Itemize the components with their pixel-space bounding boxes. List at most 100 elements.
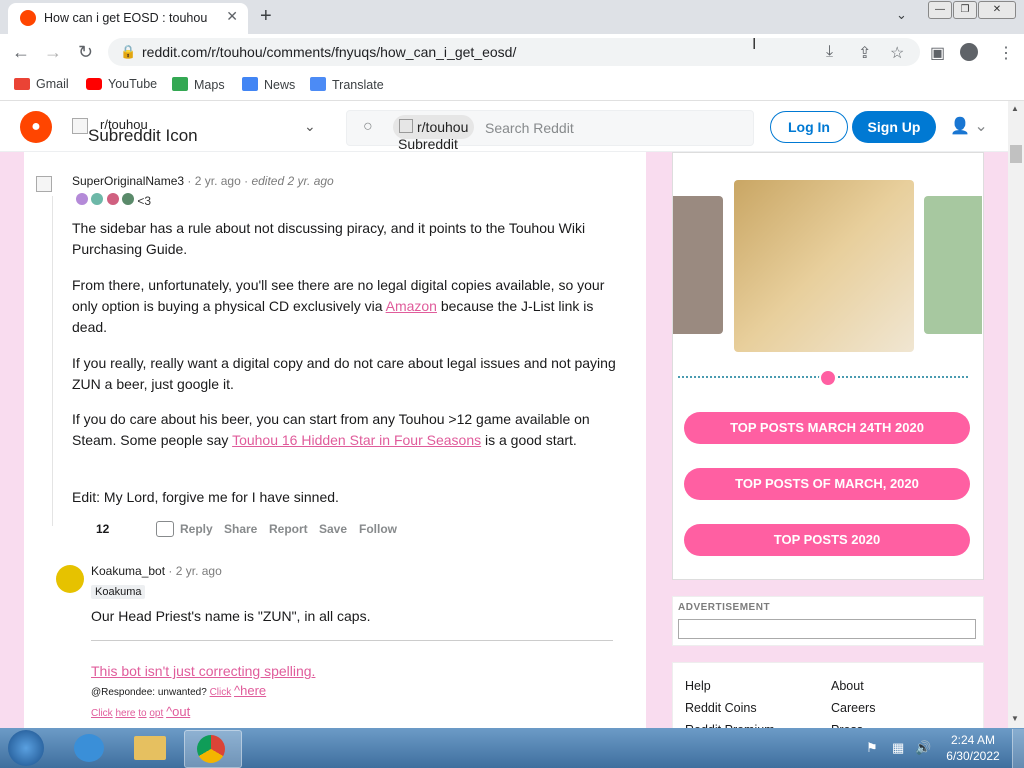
comment-paragraph: If you do care about his beer, you can s… — [72, 411, 590, 448]
here-link[interactable]: ^here — [234, 683, 266, 698]
reply-button[interactable]: Reply — [180, 522, 213, 536]
report-button[interactable]: Report — [269, 522, 308, 536]
comment-paragraph: Our Head Priest's name is "ZUN", in all … — [91, 608, 371, 624]
network-icon[interactable]: ▦ — [892, 740, 904, 756]
minimize-icon[interactable]: — — [928, 1, 952, 19]
maps-icon — [172, 77, 188, 91]
youtube-icon — [86, 78, 102, 90]
translate-icon — [310, 77, 326, 91]
top-posts-month-button[interactable]: TOP POSTS OF MARCH, 2020 — [684, 468, 970, 500]
profile-avatar-icon[interactable] — [960, 43, 978, 61]
thread-line[interactable] — [52, 196, 53, 526]
reddit-coins-link[interactable]: Reddit Coins — [685, 701, 757, 715]
carousel-main-image[interactable] — [734, 180, 914, 352]
save-button[interactable]: Save — [319, 522, 347, 536]
windows-start-icon[interactable] — [8, 730, 44, 766]
address-bar[interactable]: 🔒 reddit.com/r/touhou/comments/fnyuqs/ho… — [108, 38, 920, 66]
bot-footer-line: @Respondee: unwanted? Click ^here — [91, 683, 267, 698]
window-close-icon[interactable]: ✕ — [978, 1, 1016, 19]
flair-emoji-icon — [76, 193, 88, 205]
bot-info-link[interactable]: This bot isn't just correcting spelling. — [91, 663, 315, 679]
bookmark-maps[interactable]: Maps — [172, 77, 225, 92]
clock[interactable]: 2:24 AM 6/30/2022 — [940, 733, 1006, 763]
bookmark-gmail[interactable]: Gmail — [14, 77, 69, 91]
comment-paragraph: Edit: My Lord, forgive me for I have sin… — [72, 489, 339, 505]
flag-icon[interactable]: ⚑ — [866, 740, 878, 756]
scroll-down-icon[interactable]: ▼ — [1011, 714, 1019, 723]
user-icon: 👤 — [950, 118, 970, 135]
comment-paragraph: The sidebar has a rule about not discuss… — [72, 220, 586, 257]
scrollbar-thumb[interactable] — [1010, 145, 1022, 163]
volume-icon[interactable]: 🔊 — [915, 740, 931, 756]
signup-button[interactable]: Sign Up — [852, 111, 936, 143]
ad-image[interactable] — [678, 619, 976, 639]
bot-optout-line: Click here to opt ^out — [91, 704, 191, 719]
avatar[interactable] — [56, 565, 84, 593]
subreddit-icon-alt-text: Subreddit Icon — [88, 126, 198, 145]
clock-time: 2:24 AM — [950, 733, 996, 747]
flair-emoji-icon — [106, 193, 119, 205]
comment-age[interactable]: 2 yr. ago — [176, 564, 222, 578]
restore-icon[interactable]: ❐ — [953, 1, 977, 19]
search-input[interactable]: Search Reddit — [485, 120, 574, 136]
bookmark-star-icon[interactable]: ☆ — [890, 43, 904, 63]
install-icon[interactable]: ⤓ — [826, 43, 833, 61]
bookmark-translate[interactable]: Translate — [310, 77, 384, 92]
chevron-down-icon[interactable]: ⌄ — [896, 7, 907, 23]
click-link[interactable]: Click — [210, 687, 232, 698]
search-icon: ○ — [363, 118, 373, 135]
scroll-up-icon[interactable]: ▲ — [1011, 104, 1019, 113]
touhou16-link[interactable]: Touhou 16 Hidden Star in Four Seasons — [232, 432, 481, 448]
forward-arrow-icon[interactable]: → — [44, 42, 62, 63]
page-scrollbar[interactable] — [1008, 101, 1024, 728]
careers-link[interactable]: Careers — [831, 701, 875, 715]
user-menu[interactable]: 👤 ⌄ — [950, 116, 988, 136]
ad-label: ADVERTISEMENT — [678, 602, 771, 613]
clock-date: 6/30/2022 — [946, 749, 1000, 763]
carousel-next-image[interactable] — [924, 196, 982, 334]
carousel-dot[interactable] — [819, 369, 837, 387]
internet-explorer-icon[interactable] — [62, 730, 118, 766]
divider — [91, 640, 613, 641]
bookmark-youtube[interactable]: YouTube — [86, 77, 157, 91]
url-text[interactable]: reddit.com/r/touhou/comments/fnyuqs/how_… — [142, 44, 516, 60]
text-cursor-icon: I — [752, 36, 757, 53]
comment-paragraph: From there, unfortunately, you'll see th… — [72, 277, 605, 335]
chevron-down-icon[interactable]: ⌄ — [304, 118, 316, 135]
broken-image-icon — [399, 119, 413, 133]
reload-icon[interactable]: ↻ — [78, 42, 93, 63]
comment-meta: SuperOriginalName3 · 2 yr. ago · edited … — [72, 174, 334, 188]
top-posts-year-button[interactable]: TOP POSTS 2020 — [684, 524, 970, 556]
follow-button[interactable]: Follow — [359, 522, 397, 536]
advertisement-widget: ADVERTISEMENT — [672, 596, 984, 646]
user-flair: <3 — [76, 193, 151, 208]
comment-author[interactable]: Koakuma_bot — [91, 564, 165, 578]
top-posts-day-button[interactable]: TOP POSTS MARCH 24TH 2020 — [684, 412, 970, 444]
share-button[interactable]: Share — [224, 522, 257, 536]
about-link[interactable]: About — [831, 679, 864, 693]
new-tab-icon[interactable]: + — [260, 5, 272, 28]
reddit-logo-icon[interactable]: ● — [20, 111, 52, 143]
chrome-taskbar-icon[interactable] — [184, 730, 242, 768]
gmail-icon — [14, 78, 30, 90]
kebab-menu-icon[interactable]: ⋮ — [998, 43, 1014, 63]
close-icon[interactable]: ✕ — [226, 8, 238, 25]
avatar[interactable] — [36, 176, 52, 192]
comment-age[interactable]: 2 yr. ago — [195, 174, 241, 188]
side-panel-icon[interactable]: ▣ — [930, 43, 945, 63]
back-arrow-icon[interactable]: ← — [12, 42, 30, 63]
login-button[interactable]: Log In — [770, 111, 848, 143]
browser-tab[interactable]: How can i get EOSD : touhou ✕ — [8, 3, 248, 34]
comment-author[interactable]: SuperOriginalName3 — [72, 174, 184, 188]
amazon-link[interactable]: Amazon — [386, 298, 437, 314]
file-explorer-icon[interactable] — [122, 730, 178, 766]
comment-bubble-icon[interactable] — [156, 521, 174, 537]
share-icon[interactable]: ⇪ — [858, 43, 871, 63]
bookmark-news[interactable]: News — [242, 77, 295, 92]
help-link[interactable]: Help — [685, 679, 711, 693]
tab-title: How can i get EOSD : touhou — [44, 11, 208, 25]
carousel-prev-image[interactable] — [673, 196, 723, 334]
comment-edited: edited 2 yr. ago — [251, 174, 334, 188]
show-desktop-button[interactable] — [1012, 729, 1024, 768]
lock-icon: 🔒 — [120, 44, 137, 59]
